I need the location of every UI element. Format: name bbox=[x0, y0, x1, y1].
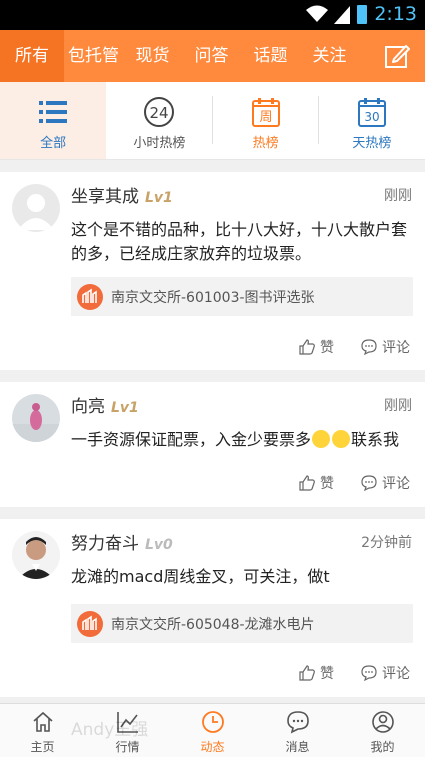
post-time: 刚刚 bbox=[384, 188, 412, 204]
clock-icon bbox=[201, 711, 224, 733]
level-badge: Lv0 bbox=[145, 537, 173, 553]
thumbs-up-icon bbox=[299, 665, 315, 681]
avatar[interactable] bbox=[12, 184, 60, 232]
post-time: 2分钟前 bbox=[361, 535, 412, 551]
post-time: 刚刚 bbox=[384, 398, 412, 414]
status-bar: 2:13 bbox=[0, 0, 425, 30]
signal-icon bbox=[334, 6, 350, 24]
username[interactable]: 坐享其成 Lv1 bbox=[71, 182, 173, 207]
subnav-hot-label: 热榜 bbox=[252, 136, 279, 151]
thumbs-up-icon bbox=[299, 475, 315, 491]
level-badge: Lv1 bbox=[145, 190, 173, 206]
feed-card[interactable]: 努力奋斗 Lv0 2分钟前 龙滩的macd周线金叉，可关注，做t 南京文交所-60… bbox=[0, 519, 425, 697]
comment-button[interactable]: 评论 bbox=[360, 473, 410, 493]
feed-list: 坐享其成 Lv1 刚刚 这个是不错的品种，比十八大好，十八大散户套的多，已经成庄家… bbox=[0, 172, 425, 709]
comment-button[interactable]: 评论 bbox=[360, 663, 410, 683]
tab-custody[interactable]: 包托管 bbox=[64, 30, 123, 82]
home-icon bbox=[32, 711, 53, 732]
battery-icon bbox=[357, 5, 367, 24]
svg-text:周: 周 bbox=[259, 110, 272, 125]
avatar[interactable] bbox=[12, 531, 60, 579]
subnav-hourly-label: 小时热榜 bbox=[133, 136, 186, 151]
status-time: 2:13 bbox=[374, 3, 417, 25]
username[interactable]: 努力奋斗 Lv0 bbox=[71, 529, 173, 554]
nav-home-label: 主页 bbox=[30, 740, 55, 754]
week-calendar-icon: 周 bbox=[251, 98, 280, 127]
default-avatar-icon bbox=[18, 194, 54, 230]
post-actions: 赞 评论 bbox=[298, 663, 410, 683]
calendar-30-icon: 30 bbox=[357, 98, 386, 127]
nav-messages[interactable]: 消息 bbox=[255, 704, 340, 757]
smile-emoji-icon bbox=[332, 430, 351, 448]
subnav-all[interactable]: 全部 bbox=[0, 82, 107, 159]
user-photo-icon bbox=[18, 537, 54, 579]
subnav-daily-label: 天热榜 bbox=[352, 136, 392, 151]
subnav-hourly[interactable]: 24 小时热榜 bbox=[106, 82, 213, 159]
list-icon bbox=[39, 101, 68, 123]
like-button[interactable]: 赞 bbox=[298, 663, 334, 683]
nav-market-label: 行情 bbox=[115, 740, 140, 754]
smile-emoji-icon bbox=[312, 430, 331, 448]
user-photo-icon bbox=[12, 403, 60, 442]
post-content: 龙滩的macd周线金叉，可关注，做t bbox=[71, 567, 330, 586]
message-icon bbox=[286, 711, 309, 734]
exchange-logo-icon bbox=[77, 610, 103, 637]
svg-text:30: 30 bbox=[364, 110, 379, 124]
thumbs-up-icon bbox=[299, 339, 315, 355]
comment-icon bbox=[361, 475, 377, 492]
post-actions: 赞 评论 bbox=[298, 473, 410, 493]
subnav-daily[interactable]: 30 天热榜 bbox=[319, 82, 425, 159]
like-button[interactable]: 赞 bbox=[298, 473, 334, 493]
avatar[interactable] bbox=[12, 394, 60, 442]
level-badge: Lv1 bbox=[111, 400, 139, 416]
bottom-nav: 主页 行情 动态 消息 我的 bbox=[0, 703, 425, 757]
nav-profile[interactable]: 我的 bbox=[340, 704, 425, 757]
nav-market[interactable]: 行情 bbox=[85, 704, 170, 757]
feed-card[interactable]: 向亮 Lv1 刚刚 一手资源保证配票，入金少要票多 联系我 赞 评论 bbox=[0, 382, 425, 507]
nav-feed-label: 动态 bbox=[200, 740, 225, 754]
nav-messages-label: 消息 bbox=[285, 740, 310, 754]
product-link-text: 南京文交所-601003-图书评选张 bbox=[111, 289, 315, 306]
like-button[interactable]: 赞 bbox=[298, 337, 334, 357]
post-content: 一手资源保证配票，入金少要票多 联系我 bbox=[71, 430, 400, 449]
comment-icon bbox=[361, 339, 377, 356]
top-nav: 所有 包托管 现货 问答 话题 关注 bbox=[0, 30, 425, 82]
subnav-all-label: 全部 bbox=[40, 136, 67, 151]
product-link-text: 南京文交所-605048-龙滩水电片 bbox=[111, 616, 315, 633]
tab-following[interactable]: 关注 bbox=[300, 30, 359, 82]
nav-profile-label: 我的 bbox=[370, 740, 395, 754]
comment-button[interactable]: 评论 bbox=[360, 337, 410, 357]
wifi-icon bbox=[306, 5, 328, 22]
edit-icon[interactable] bbox=[384, 43, 410, 69]
clock-24-icon: 24 bbox=[144, 97, 175, 127]
nav-feed[interactable]: 动态 bbox=[170, 704, 255, 757]
chart-icon bbox=[116, 712, 138, 733]
user-icon bbox=[371, 711, 394, 733]
tab-spot[interactable]: 现货 bbox=[123, 30, 182, 82]
product-link[interactable]: 南京文交所-601003-图书评选张 bbox=[71, 277, 413, 316]
tab-all[interactable]: 所有 bbox=[0, 30, 64, 82]
subnav-hot[interactable]: 周 热榜 bbox=[213, 82, 319, 159]
post-content: 这个是不错的品种，比十八大好，十八大散户套的多，已经成庄家放弃的垃圾票。 bbox=[71, 220, 408, 263]
username[interactable]: 向亮 Lv1 bbox=[71, 392, 139, 417]
nav-home[interactable]: 主页 bbox=[0, 704, 85, 757]
product-link[interactable]: 南京文交所-605048-龙滩水电片 bbox=[71, 604, 413, 643]
tab-qa[interactable]: 问答 bbox=[182, 30, 241, 82]
sub-nav: 全部 24 小时热榜 周 热榜 30 天热榜 bbox=[0, 82, 425, 160]
tab-topics[interactable]: 话题 bbox=[241, 30, 300, 82]
svg-text:24: 24 bbox=[150, 104, 169, 122]
feed-card[interactable]: 坐享其成 Lv1 刚刚 这个是不错的品种，比十八大好，十八大散户套的多，已经成庄家… bbox=[0, 172, 425, 370]
comment-icon bbox=[361, 665, 377, 682]
post-actions: 赞 评论 bbox=[298, 337, 410, 357]
exchange-logo-icon bbox=[77, 283, 103, 310]
